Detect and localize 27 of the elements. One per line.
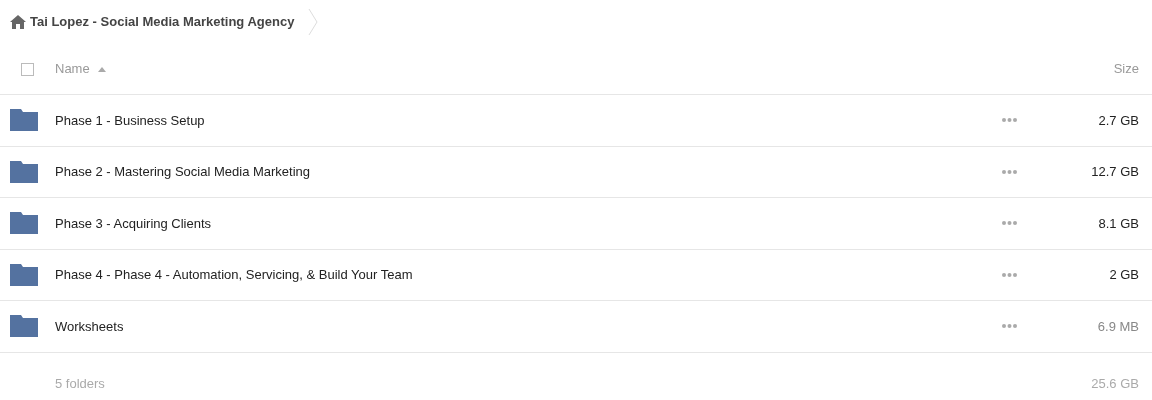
folder-name[interactable]: Phase 1 - Business Setup (55, 110, 1002, 130)
folder-icon (10, 109, 38, 132)
chevron-icon (308, 8, 319, 36)
sort-ascending-icon (97, 66, 106, 72)
folder-icon (10, 160, 38, 183)
folder-size: 2.7 GB (1097, 111, 1139, 130)
folder-count: 5 folders (55, 374, 106, 393)
total-size: 25.6 GB (1091, 374, 1139, 393)
more-icon[interactable] (1002, 221, 1017, 226)
folder-name[interactable]: Worksheets (55, 316, 1002, 336)
folder-name[interactable]: Phase 4 - Phase 4 - Automation, Servicing, & Build Your Team (55, 265, 1002, 285)
more-icon[interactable] (1002, 169, 1017, 174)
select-all-checkbox[interactable] (20, 62, 34, 76)
more-icon[interactable] (1002, 324, 1017, 329)
folder-size: 6.9 MB (1096, 317, 1139, 336)
more-icon[interactable] (1002, 118, 1017, 123)
folder-icon (10, 315, 38, 338)
folder-size: 2 GB (1108, 266, 1139, 284)
folder-size: 8.1 GB (1097, 214, 1139, 233)
breadcrumb-link[interactable]: Tai Lopez - Social Media Marketing Agency (30, 12, 295, 32)
folder-name[interactable]: Phase 2 - Mastering Social Media Marketing (55, 162, 1002, 182)
folder-size: 12.7 GB (1090, 163, 1139, 181)
folder-icon (10, 263, 38, 286)
home-icon[interactable] (10, 15, 26, 29)
folder-icon (10, 212, 38, 235)
folder-name[interactable]: Phase 3 - Acquiring Clients (55, 213, 1002, 233)
more-icon[interactable] (1002, 272, 1017, 277)
